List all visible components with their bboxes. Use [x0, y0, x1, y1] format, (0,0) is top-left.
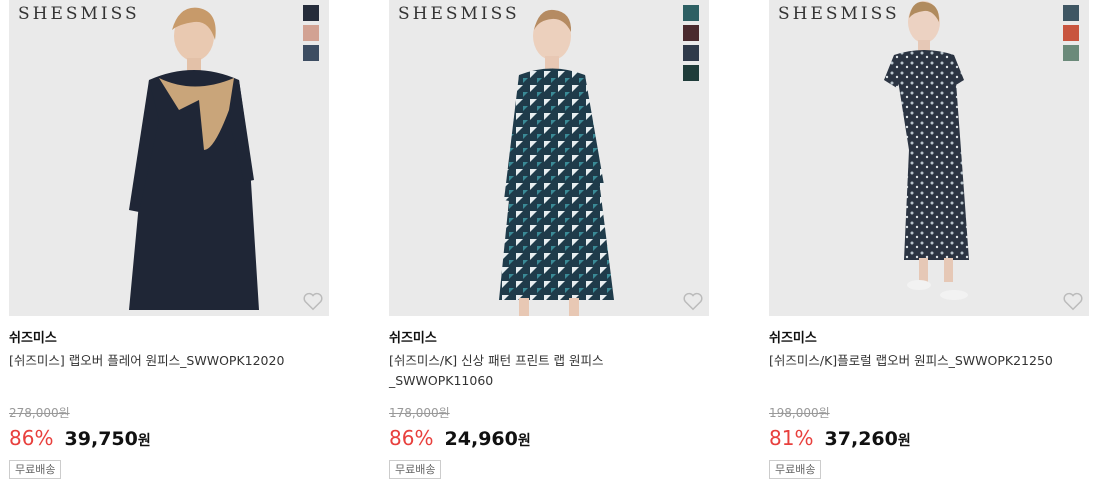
original-price: 178,000원	[389, 406, 450, 420]
heart-icon[interactable]	[1062, 290, 1084, 312]
model-photo	[499, 9, 614, 316]
color-swatch[interactable]	[683, 45, 699, 61]
brand-logo: SHESMISS	[398, 4, 520, 24]
color-swatch[interactable]	[683, 5, 699, 21]
color-swatches	[1063, 5, 1079, 61]
color-swatches	[683, 5, 699, 81]
product-image[interactable]: SHESMISS	[9, 0, 329, 316]
color-swatch[interactable]	[303, 25, 319, 41]
color-swatch[interactable]	[1063, 45, 1079, 61]
color-swatch[interactable]	[1063, 25, 1079, 41]
color-swatch[interactable]	[1063, 5, 1079, 21]
currency-label: 원	[137, 433, 151, 449]
price-row: 81% 37,260원	[769, 426, 911, 450]
product-brand: 쉬즈미스	[9, 331, 57, 346]
price-row: 86% 39,750원	[9, 426, 151, 450]
original-price: 278,000원	[9, 406, 70, 420]
product-card[interactable]: SHESMISS 쉬즈미스 [쉬즈미스] 랩오버 플레어 원피스_SWWOPK1…	[9, 0, 329, 500]
color-swatch[interactable]	[303, 5, 319, 21]
discount-rate: 81%	[769, 426, 814, 450]
color-swatch[interactable]	[683, 65, 699, 81]
product-brand: 쉬즈미스	[769, 331, 817, 346]
sale-price: 24,960	[444, 428, 518, 450]
free-shipping-badge: 무료배송	[769, 460, 822, 479]
product-image[interactable]: SHESMISS	[769, 0, 1089, 316]
product-title[interactable]: [쉬즈미스] 랩오버 플레어 원피스_SWWOPK12020	[9, 351, 327, 371]
heart-icon[interactable]	[302, 290, 324, 312]
brand-logo: SHESMISS	[18, 4, 140, 24]
discount-rate: 86%	[9, 426, 54, 450]
free-shipping-badge: 무료배송	[9, 460, 62, 479]
brand-logo: SHESMISS	[778, 4, 900, 24]
sale-price: 39,750	[64, 428, 138, 450]
color-swatch[interactable]	[303, 45, 319, 61]
color-swatches	[303, 5, 319, 61]
product-image[interactable]: SHESMISS	[389, 0, 709, 316]
product-title[interactable]: [쉬즈미스/K] 신상 패턴 프린트 랩 원피스_SWWOPK11060	[389, 351, 707, 391]
discount-rate: 86%	[389, 426, 434, 450]
product-title[interactable]: [쉬즈미스/K]플로럴 랩오버 원피스_SWWOPK21250	[769, 351, 1087, 371]
heart-icon[interactable]	[682, 290, 704, 312]
free-shipping-badge: 무료배송	[389, 460, 442, 479]
currency-label: 원	[517, 433, 531, 449]
model-photo	[884, 1, 969, 300]
currency-label: 원	[897, 433, 911, 449]
color-swatch[interactable]	[683, 25, 699, 41]
original-price: 198,000원	[769, 406, 830, 420]
product-card[interactable]: SHESMISS 쉬즈미스 [쉬즈미스/K] 신상 패턴 프린트 랩 원피스_S…	[389, 0, 709, 500]
product-brand: 쉬즈미스	[389, 331, 437, 346]
sale-price: 37,260	[824, 428, 898, 450]
product-card[interactable]: SHESMISS 쉬즈미스 [쉬즈미스/K]플로럴 랩오버 원피스_SWWOPK…	[769, 0, 1089, 500]
price-row: 86% 24,960원	[389, 426, 531, 450]
model-photo	[129, 7, 259, 310]
